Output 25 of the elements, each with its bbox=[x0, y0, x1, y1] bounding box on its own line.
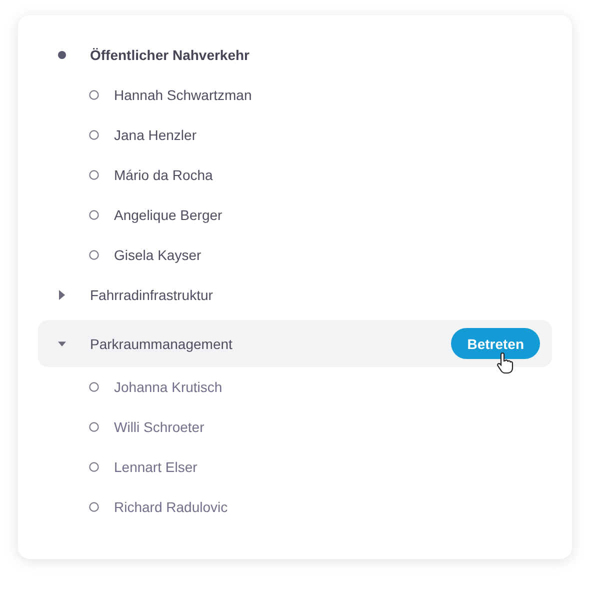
circle-icon bbox=[89, 170, 99, 180]
caret-right-icon[interactable] bbox=[59, 290, 65, 300]
member-name[interactable]: Angelique Berger bbox=[114, 207, 222, 223]
member-name[interactable]: Johanna Krutisch bbox=[114, 379, 222, 395]
member-name[interactable]: Lennart Elser bbox=[114, 459, 198, 475]
member-name[interactable]: Gisela Kayser bbox=[114, 247, 202, 263]
member-name[interactable]: Richard Radulovic bbox=[114, 499, 228, 515]
hand-cursor-icon bbox=[496, 352, 514, 374]
circle-icon bbox=[89, 422, 99, 432]
bullet-icon bbox=[58, 51, 66, 59]
member-name[interactable]: Jana Henzler bbox=[114, 127, 196, 143]
circle-icon bbox=[89, 462, 99, 472]
group-title[interactable]: Öffentlicher Nahverkehr bbox=[90, 47, 250, 63]
caret-down-icon[interactable] bbox=[58, 340, 66, 346]
group-title[interactable]: Fahrradinfrastruktur bbox=[90, 287, 213, 303]
member-name[interactable]: Willi Schroeter bbox=[114, 419, 204, 435]
circle-icon bbox=[89, 90, 99, 100]
circle-icon bbox=[89, 210, 99, 220]
circle-icon bbox=[89, 250, 99, 260]
circle-icon bbox=[89, 382, 99, 392]
circle-icon bbox=[89, 502, 99, 512]
group-title[interactable]: Parkraummanagement bbox=[90, 336, 232, 352]
member-name[interactable]: Hannah Schwartzman bbox=[114, 87, 252, 103]
circle-icon bbox=[89, 130, 99, 140]
member-name[interactable]: Mário da Rocha bbox=[114, 167, 213, 183]
